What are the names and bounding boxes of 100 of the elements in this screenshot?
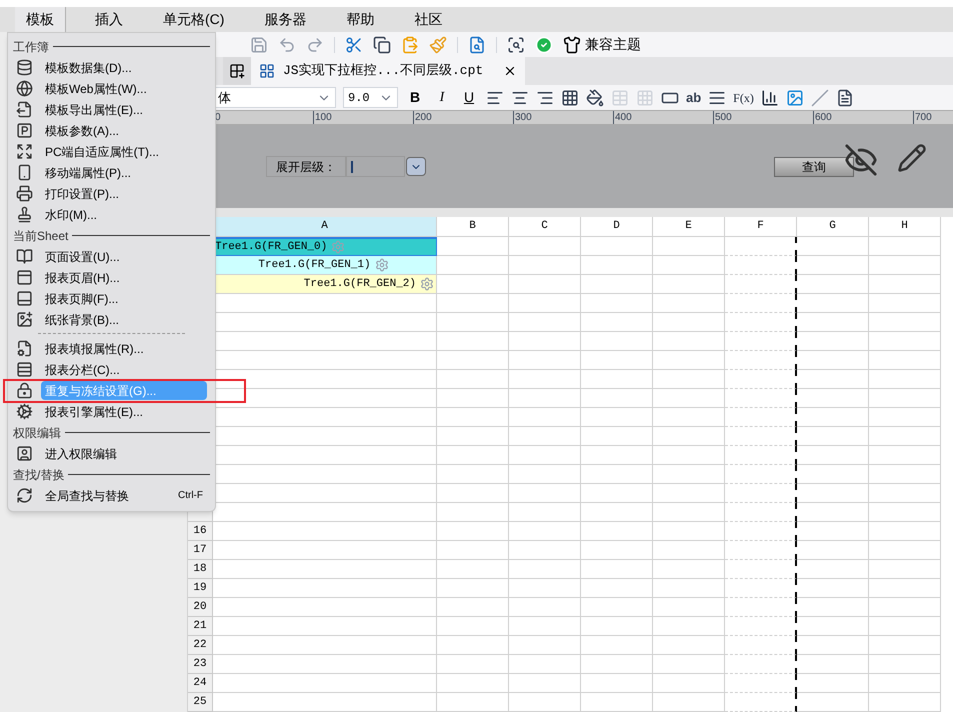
pencil-icon[interactable] [897,143,927,173]
menu-item[interactable]: 进入权限编辑 [41,445,207,462]
eye-off-icon[interactable] [844,143,878,177]
italic-button[interactable]: I [432,87,452,108]
save-icon[interactable] [250,36,268,54]
table-cell[interactable] [725,237,797,256]
table-cell[interactable] [725,370,797,389]
table-cell[interactable] [725,636,797,655]
row-header[interactable]: 17 [188,541,213,560]
formula-tool[interactable]: F(x) [733,88,754,106]
table-cell[interactable] [725,351,797,370]
row-header[interactable]: 24 [188,674,213,693]
column-header[interactable]: F [725,217,797,237]
chart-icon[interactable] [760,88,779,106]
table-cell[interactable] [725,313,797,332]
table-cell[interactable] [725,503,797,522]
column-header[interactable]: E [653,217,725,237]
row-header[interactable]: 16 [188,522,213,541]
table-cell[interactable] [725,427,797,446]
row-header[interactable]: 19 [188,579,213,598]
table-cell[interactable] [725,541,797,560]
table-cell[interactable] [725,256,797,275]
column-header[interactable]: C [509,217,581,237]
line-icon[interactable] [810,88,829,106]
menu-item[interactable]: 模板数据集(D)... [41,59,207,76]
menu-item[interactable]: 报表页脚(F)... [41,290,207,307]
row-header[interactable]: 22 [188,636,213,655]
check-icon[interactable] [535,36,553,54]
menu-item[interactable]: PC端自适应属性(T)... [41,143,207,160]
preview-icon[interactable] [468,36,486,54]
table-cell[interactable] [725,617,797,636]
border-icon[interactable] [561,88,579,106]
row-header[interactable]: 23 [188,655,213,674]
menu-bar-item[interactable]: 服务器 [253,7,318,32]
scissors-icon[interactable] [345,36,363,54]
menu-bar-item[interactable]: 插入 [84,7,134,32]
menu-bar-item[interactable]: 社区 [403,7,454,32]
paste-icon[interactable] [401,36,419,54]
table-cell[interactable] [725,674,797,693]
redo-icon[interactable] [306,36,324,54]
table-cell[interactable] [725,484,797,503]
menu-item[interactable]: 页面设置(U)... [41,248,207,265]
size-select[interactable]: 9.0 [343,87,398,108]
text-tool[interactable]: ab [686,88,702,108]
parameter-label: 展开层级： [266,156,346,177]
table-cell[interactable] [725,579,797,598]
row-header[interactable]: 20 [188,598,213,617]
table-cell[interactable] [725,655,797,674]
table-cell[interactable] [725,560,797,579]
table-cell[interactable] [725,389,797,408]
menu-item[interactable]: 移动端属性(P)... [41,164,207,181]
menu-item[interactable]: 报表填报属性(R)... [41,340,207,357]
table-cell[interactable] [725,446,797,465]
table-cell[interactable] [725,693,797,712]
menu-bar-item[interactable]: 单元格(C) [152,7,236,32]
table-cell[interactable] [725,275,797,294]
column-header[interactable]: D [581,217,653,237]
underline-button[interactable]: U [459,87,479,108]
menu-item[interactable]: 纸张背景(B)... [41,311,207,328]
column-header[interactable]: B [437,217,509,237]
table-cell[interactable]: Tree1.G(FR_GEN_1) [213,256,437,275]
column-header[interactable]: A [213,217,437,237]
menu-bar-item[interactable]: 模板 [15,7,66,32]
merge-icon[interactable] [611,88,629,106]
table-cell[interactable]: Tree1.G(FR_GEN_2) [213,275,437,294]
dropdown-button[interactable] [406,157,426,176]
image-icon[interactable] [786,88,804,106]
file-tab[interactable]: JS实现下拉框控...不同层级.cpt [251,57,526,85]
column-header[interactable]: H [869,217,941,237]
undo-icon[interactable] [278,36,296,54]
menu-item[interactable]: 报表引擎属性(E)... [41,403,207,420]
menu-item[interactable]: 报表页眉(H)... [41,269,207,286]
table-cell[interactable] [725,294,797,313]
table-cell[interactable] [725,598,797,617]
theme-button[interactable]: 兼容主题 [563,34,641,55]
table-cell[interactable]: Tree1.G(FR_GEN_0) [213,237,437,256]
sub-report-icon[interactable] [836,88,854,106]
table-cell[interactable] [725,522,797,541]
menu-item[interactable]: 水印(M)... [41,206,207,223]
column-header[interactable]: G [797,217,869,237]
menu-item[interactable]: 报表分栏(C)... [41,361,207,378]
table-cell[interactable] [725,408,797,427]
grid-add-icon[interactable] [223,57,251,85]
table-cell[interactable] [725,465,797,484]
menu-item[interactable]: 全局查找与替换 Ctrl-F [41,487,207,504]
fill-color-icon[interactable] [586,88,604,106]
unmerge-icon[interactable] [636,88,654,106]
inspect-icon[interactable] [507,36,525,54]
copy-icon[interactable] [373,36,391,54]
row-header[interactable]: 21 [188,617,213,636]
brush-icon[interactable] [429,36,447,54]
query-button[interactable]: 查询 [774,156,854,176]
level-input[interactable] [346,156,405,177]
menu-item[interactable]: 打印设置(P)... [41,185,207,202]
menu-bar-item[interactable]: 帮助 [335,7,386,32]
menu-item[interactable]: 模板参数(A)... [41,122,207,139]
table-cell[interactable] [725,332,797,351]
row-header[interactable]: 18 [188,560,213,579]
bold-button[interactable]: B [405,87,425,108]
row-header[interactable]: 25 [188,693,213,712]
